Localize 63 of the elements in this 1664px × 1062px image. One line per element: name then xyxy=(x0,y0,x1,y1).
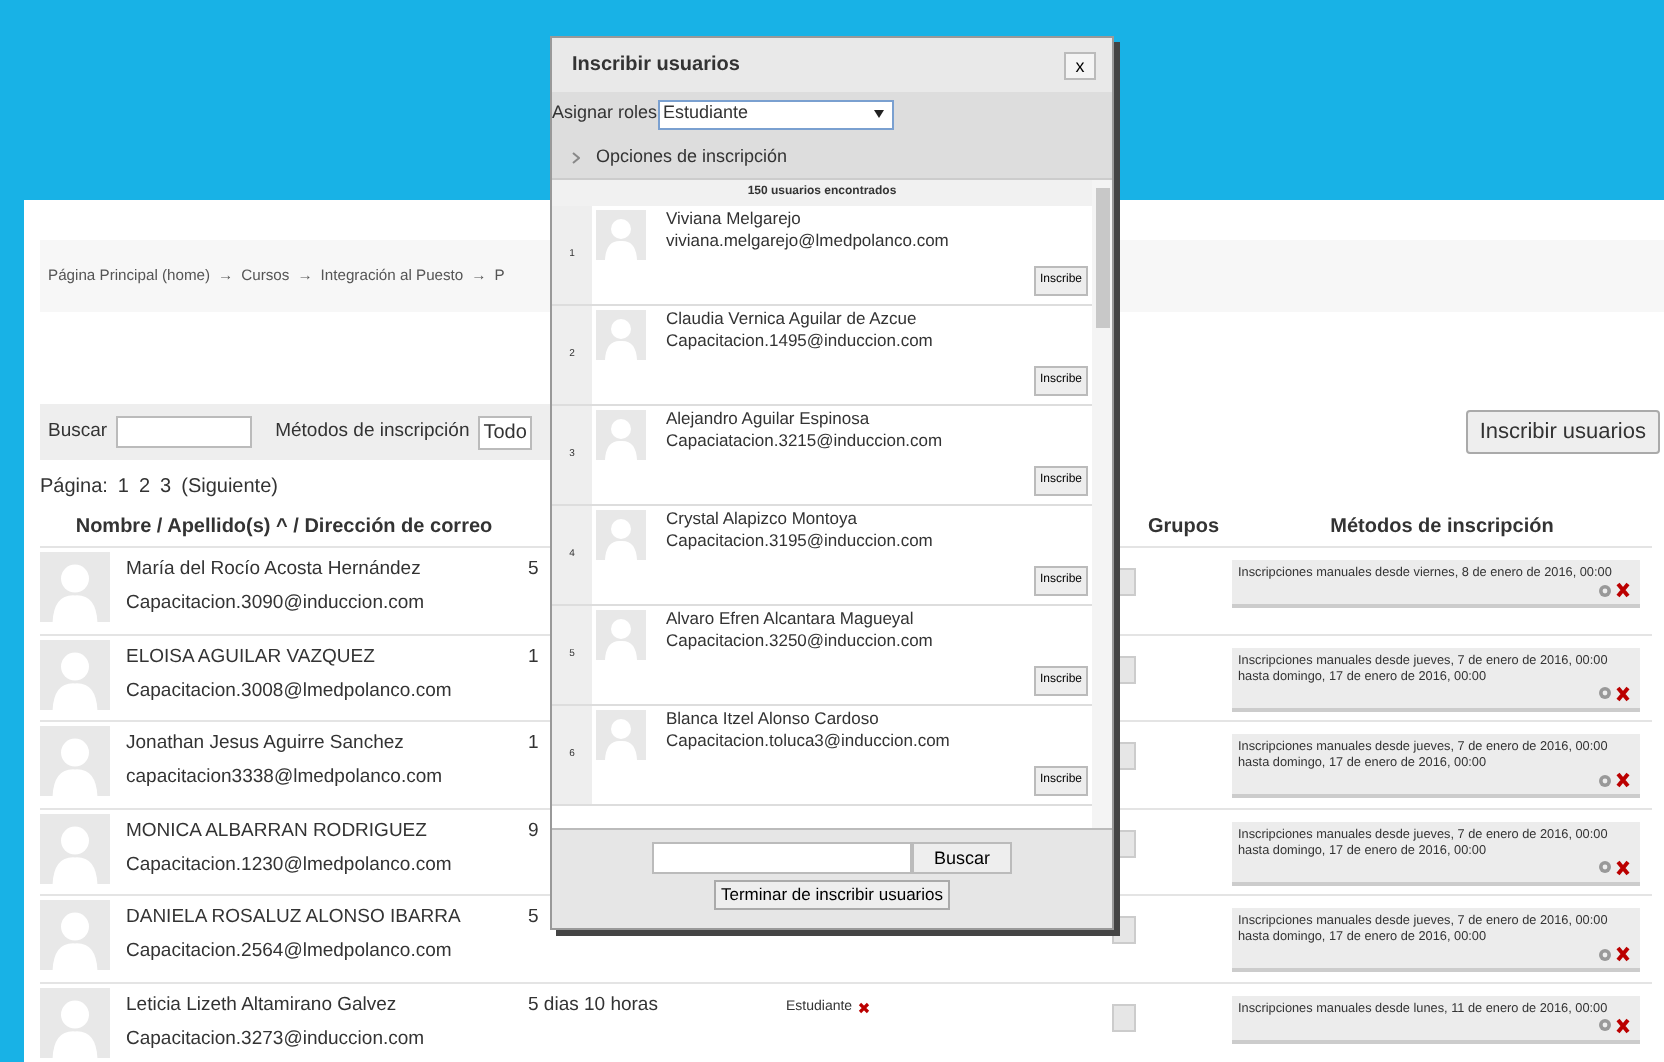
user-name[interactable]: DANIELA ROSALUZ ALONSO IBARRA xyxy=(126,900,461,934)
user-name[interactable]: Jonathan Jesus Aguirre Sanchez xyxy=(126,726,443,760)
delete-icon[interactable] xyxy=(1616,772,1630,788)
user-email: Capacitacion.toluca3@induccion.com xyxy=(666,730,952,752)
user-email: Capacitacion.3250@induccion.com xyxy=(666,630,935,652)
chevron-icon xyxy=(572,151,580,163)
page-link[interactable]: 3 xyxy=(160,472,172,502)
page-link[interactable]: 2 xyxy=(138,472,151,502)
user-name: Crystal Alapizco Montoya xyxy=(666,508,859,530)
user-name[interactable]: ELOISA AGUILAR VAZQUEZ xyxy=(126,639,452,673)
search-field[interactable] xyxy=(115,416,252,448)
column-header[interactable]: Métodos de inscripción xyxy=(1232,506,1652,546)
last-access: 1 xyxy=(528,643,539,671)
column-header[interactable]: Nombre / Apellido(s) ^ / Dirección de correo xyxy=(40,506,528,546)
user-email: Capaciatacion.3215@induccion.com xyxy=(666,430,945,452)
user-email: Capacitacion.3273@induccion.com xyxy=(126,1025,425,1053)
delete-icon[interactable] xyxy=(1616,685,1630,701)
finish-button[interactable]: Terminar de inscribir usuarios xyxy=(714,880,949,910)
methods-select[interactable]: Todo xyxy=(477,415,533,449)
delete-icon[interactable] xyxy=(1616,859,1630,875)
scrollbar[interactable] xyxy=(1092,180,1112,828)
caret-icon xyxy=(873,110,884,118)
delete-icon[interactable] xyxy=(1616,582,1630,598)
user-name: Viviana Melgarejo xyxy=(666,208,803,230)
search-label: Buscar xyxy=(48,417,108,446)
user-name: Claudia Vernica Aguilar de Azcue xyxy=(666,308,919,330)
enrol-users-button[interactable]: Inscribir usuarios xyxy=(1465,409,1660,455)
user-name: Alejandro Aguilar Espinosa xyxy=(666,408,872,430)
user-email: Capacitacion.2564@lmedpolanco.com xyxy=(126,938,454,966)
dialog-title: Inscribir usuarios xyxy=(572,52,740,80)
next-page-link[interactable]: (Siguiente) xyxy=(181,472,278,502)
user-email: viviana.melgarejo@lmedpolanco.com xyxy=(666,230,951,252)
delete-icon[interactable] xyxy=(1616,946,1630,962)
user-email: Capacitacion.1495@induccion.com xyxy=(666,330,935,352)
avatar-icon xyxy=(40,639,110,709)
delete-icon[interactable] xyxy=(1616,1017,1630,1033)
user-email: Capacitacion.3195@induccion.com xyxy=(666,530,935,552)
user-name: Blanca Itzel Alonso Cardoso xyxy=(666,708,881,730)
user-email: capacitacion3338@lmedpolanco.com xyxy=(126,764,443,792)
options-toggle[interactable]: Opciones de inscripción xyxy=(596,143,788,171)
user-name[interactable]: Leticia Lizeth Altamirano Galvez xyxy=(126,987,425,1021)
role-label: Asignar roles xyxy=(552,100,658,127)
search-field[interactable] xyxy=(651,842,912,874)
page-label: Página: xyxy=(40,474,108,502)
user-email: Capacitacion.1230@lmedpolanco.com xyxy=(126,851,452,879)
avatar-icon xyxy=(40,813,110,883)
user-email: Capacitacion.3008@lmedpolanco.com xyxy=(126,677,452,705)
avatar-icon xyxy=(40,987,110,1057)
close-button[interactable]: x xyxy=(1064,51,1096,79)
last-access: 1 xyxy=(528,730,539,758)
user-name[interactable]: MONICA ALBARRAN RODRIGUEZ xyxy=(126,813,452,847)
user-name[interactable]: María del Rocío Acosta Hernández xyxy=(126,552,425,586)
last-access: 5 dias 10 horas xyxy=(528,991,658,1019)
role-select[interactable]: Estudiante xyxy=(657,99,894,129)
methods-label: Métodos de inscripción xyxy=(275,417,470,446)
user-email: Capacitacion.3090@induccion.com xyxy=(126,590,425,618)
last-access: 5 xyxy=(528,556,539,584)
search-button[interactable]: Buscar xyxy=(911,842,1012,874)
remove-icon xyxy=(858,1001,871,1014)
page-link[interactable]: 1 xyxy=(117,472,129,502)
last-access: 9 xyxy=(528,817,539,845)
user-name: Alvaro Efren Alcantara Magueyal xyxy=(666,608,916,630)
last-access: 5 xyxy=(528,904,539,932)
